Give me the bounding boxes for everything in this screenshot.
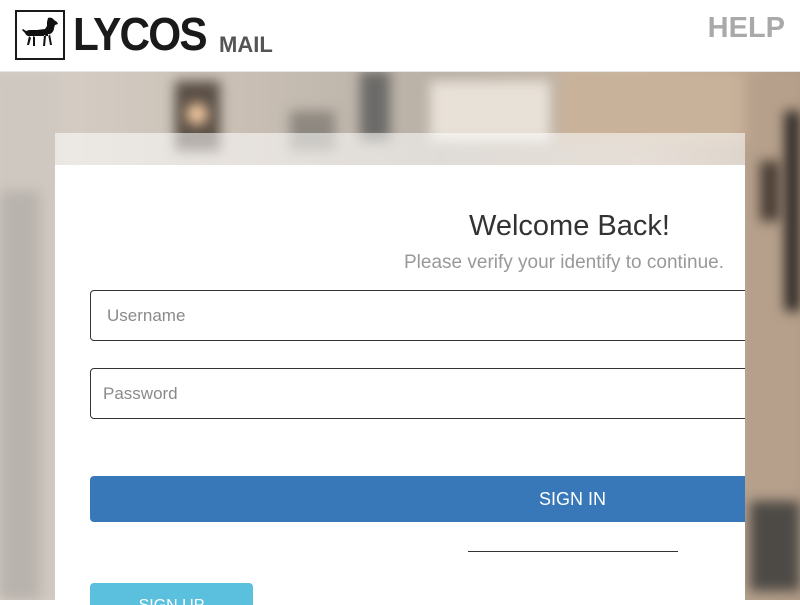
sign-in-button[interactable]: SIGN IN	[90, 476, 745, 522]
login-card: Please verify your identify to continue.…	[55, 165, 745, 605]
brand-product: MAIL	[219, 32, 273, 57]
lycos-logo[interactable]	[15, 10, 65, 60]
username-input[interactable]	[90, 290, 745, 341]
card-header-band	[55, 133, 745, 165]
brand-name: LYCOS	[73, 8, 208, 60]
login-title: Welcome Back!	[469, 210, 670, 242]
dog-icon	[22, 17, 58, 46]
login-subtitle: Please verify your identify to continue.	[404, 252, 725, 273]
divider	[468, 551, 678, 552]
password-input[interactable]	[90, 368, 745, 419]
top-header: LYCOS MAIL HELP	[0, 0, 800, 72]
sign-up-button[interactable]: SIGN UP	[90, 583, 253, 605]
help-link[interactable]: HELP	[708, 12, 785, 44]
